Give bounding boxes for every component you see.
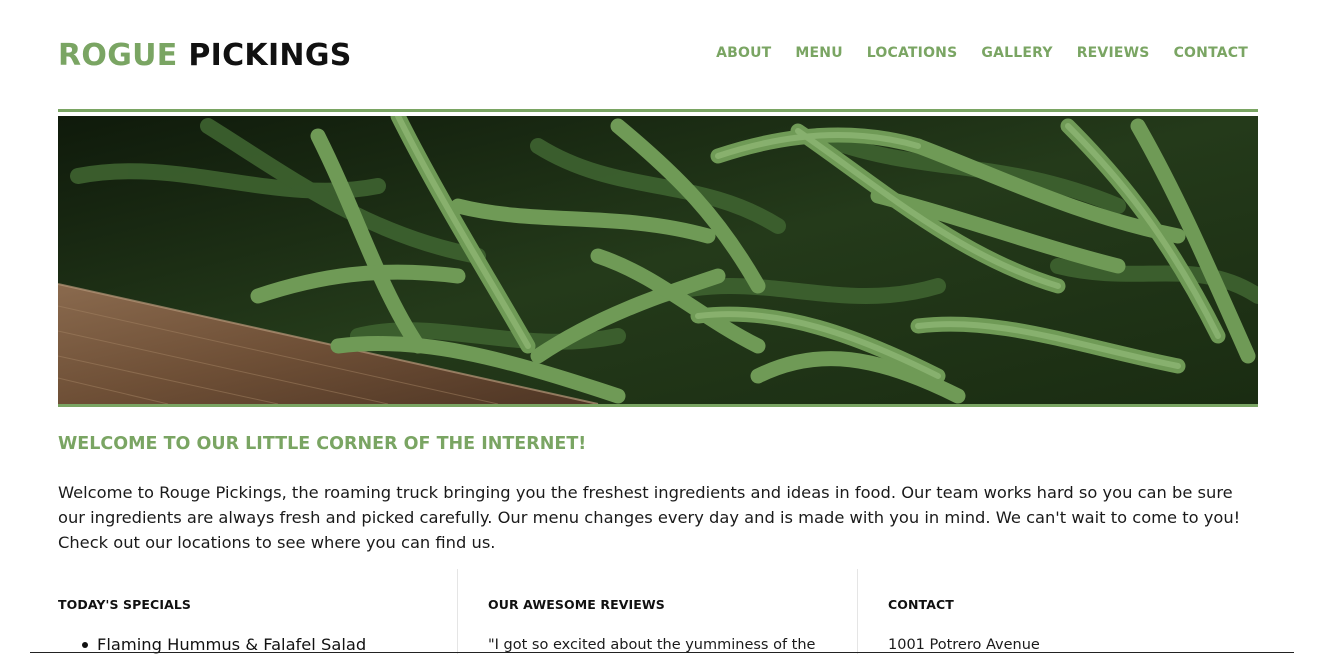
contact-column: CONTACT 1001 Potrero Avenue — [857, 569, 1259, 654]
specials-heading: TODAY'S SPECIALS — [58, 597, 192, 612]
reviews-column: OUR AWESOME REVIEWS "I got so excited ab… — [457, 569, 858, 654]
site-logo[interactable]: ROGUE PICKINGS — [58, 38, 352, 73]
nav-locations[interactable]: LOCATIONS — [867, 45, 958, 61]
nav-gallery[interactable]: GALLERY — [981, 45, 1052, 61]
info-columns: TODAY'S SPECIALS Flaming Hummus & Falafe… — [58, 569, 1258, 654]
hero-image — [58, 116, 1258, 404]
nav-contact[interactable]: CONTACT — [1174, 45, 1248, 61]
review-snippet: "I got so excited about the yumminess of… — [488, 637, 816, 653]
bullet-icon — [82, 642, 88, 648]
nav-reviews[interactable]: REVIEWS — [1077, 45, 1150, 61]
logo-accent-word: ROGUE — [58, 38, 178, 73]
header-divider — [58, 109, 1258, 112]
page: ROGUE PICKINGS ABOUT MENU LOCATIONS GALL… — [0, 0, 1324, 654]
nav-menu[interactable]: MENU — [795, 45, 842, 61]
site-header: ROGUE PICKINGS ABOUT MENU LOCATIONS GALL… — [58, 36, 1258, 80]
page-bottom-divider — [30, 652, 1294, 653]
reviews-heading: OUR AWESOME REVIEWS — [488, 597, 665, 612]
logo-main-word: PICKINGS — [188, 38, 352, 73]
contact-heading: CONTACT — [888, 597, 954, 612]
main-nav: ABOUT MENU LOCATIONS GALLERY REVIEWS CON… — [716, 45, 1248, 61]
nav-about[interactable]: ABOUT — [716, 45, 771, 61]
contact-address: 1001 Potrero Avenue — [888, 637, 1040, 653]
green-beans-image — [58, 116, 1258, 404]
welcome-heading: WELCOME TO OUR LITTLE CORNER OF THE INTE… — [58, 434, 587, 454]
specials-column: TODAY'S SPECIALS Flaming Hummus & Falafe… — [58, 569, 457, 654]
welcome-paragraph: Welcome to Rouge Pickings, the roaming t… — [58, 483, 1241, 552]
hero-divider — [58, 404, 1258, 407]
